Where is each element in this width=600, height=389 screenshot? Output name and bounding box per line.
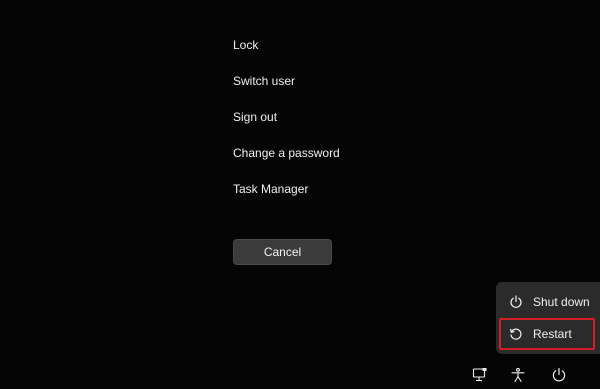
power-icon: [509, 295, 523, 309]
menu-item-lock[interactable]: Lock: [233, 36, 340, 54]
network-icon[interactable]: [472, 367, 488, 383]
shut-down-label: Shut down: [533, 295, 590, 309]
restart-icon: [509, 327, 523, 341]
cancel-button[interactable]: Cancel: [233, 239, 332, 265]
shut-down-option[interactable]: Shut down: [500, 287, 594, 317]
power-options-flyout: Shut down Restart: [496, 282, 600, 354]
security-options-menu: Lock Switch user Sign out Change a passw…: [233, 36, 340, 216]
accessibility-icon[interactable]: [510, 367, 526, 383]
restart-option[interactable]: Restart: [499, 318, 595, 350]
menu-item-sign-out[interactable]: Sign out: [233, 108, 340, 126]
menu-item-task-manager[interactable]: Task Manager: [233, 180, 340, 198]
menu-item-switch-user[interactable]: Switch user: [233, 72, 340, 90]
power-icon[interactable]: [551, 367, 567, 383]
restart-label: Restart: [533, 327, 572, 341]
menu-item-change-password[interactable]: Change a password: [233, 144, 340, 162]
